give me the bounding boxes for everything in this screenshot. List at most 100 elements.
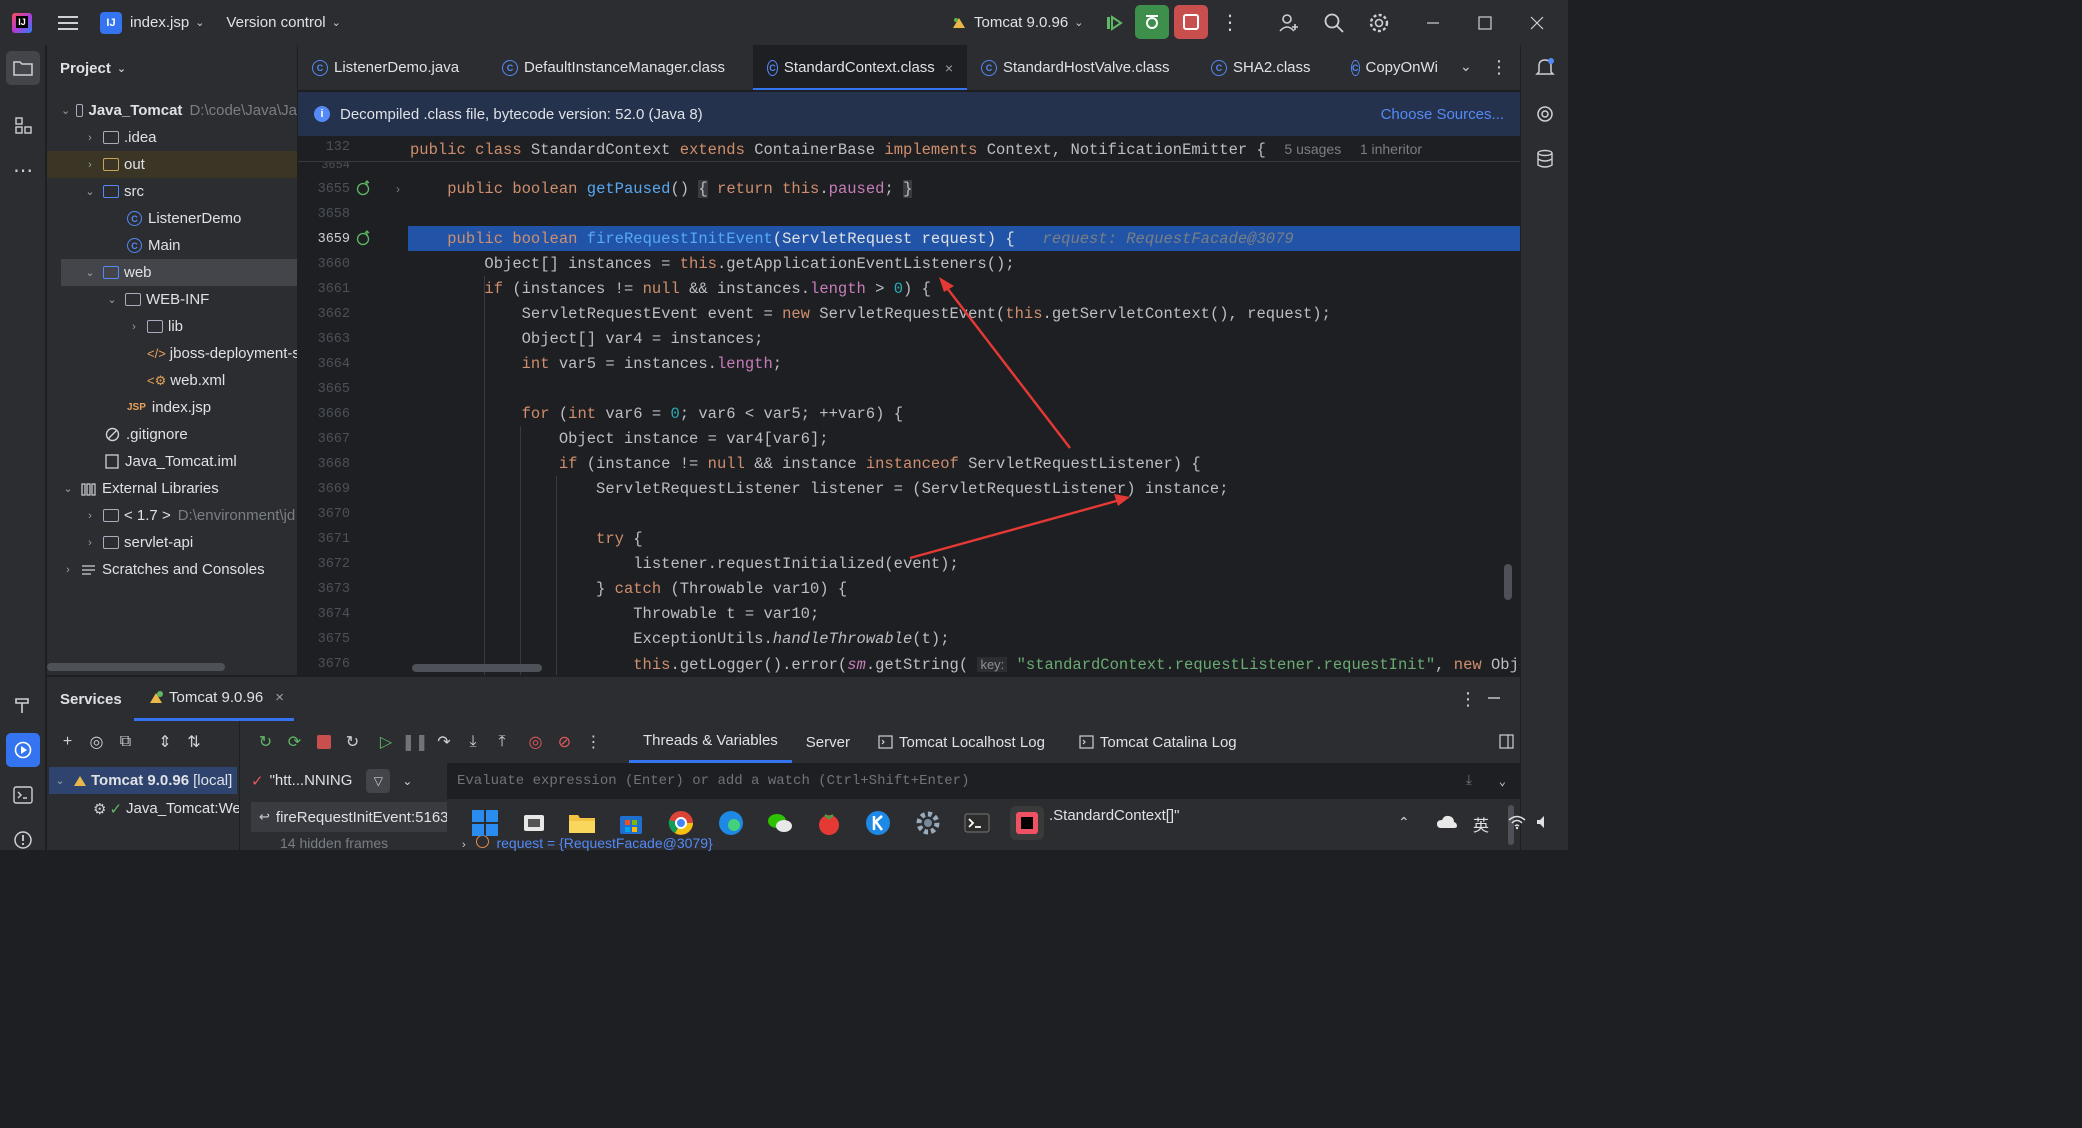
settings-app-icon[interactable] <box>911 806 945 840</box>
code-line[interactable]: ExceptionUtils.handleThrowable(t); <box>410 627 949 652</box>
resume-icon[interactable] <box>1102 11 1126 35</box>
editor-horizontal-scrollbar[interactable] <box>412 664 542 672</box>
code-line[interactable]: this.getLogger().error(sm.getString( key… <box>410 652 1520 675</box>
tab-defaultinstancemanager[interactable]: C DefaultInstanceManager.class <box>488 45 753 90</box>
line-number-gutter[interactable]: 3654 3655 3658 3659 3660 3661 3662 3663 … <box>298 136 408 675</box>
tree-item-src[interactable]: ⌄ src <box>47 178 297 205</box>
maximize-icon[interactable] <box>1478 15 1492 30</box>
file-explorer-icon[interactable] <box>565 806 599 840</box>
settings-gear-icon[interactable] <box>1368 12 1390 34</box>
add-watch-icon[interactable]: ⤓ <box>1466 773 1472 789</box>
project-horizontal-scrollbar[interactable] <box>47 663 225 671</box>
view-breakpoints-icon[interactable]: ◎ <box>525 731 547 753</box>
add-user-icon[interactable] <box>1278 12 1300 34</box>
chevron-right-icon[interactable]: › <box>61 564 75 576</box>
debug-rerun-button[interactable] <box>1135 5 1169 39</box>
chevron-right-icon[interactable]: › <box>83 510 97 522</box>
tab-copyonwrite[interactable]: C CopyOnWi <box>1337 45 1447 90</box>
code-line[interactable]: listener.requestInitialized(event); <box>410 552 959 577</box>
eye-icon[interactable]: ◎ <box>86 731 108 753</box>
ai-assistant-icon[interactable] <box>1528 97 1562 131</box>
terminal-icon[interactable] <box>6 778 40 812</box>
wifi-icon[interactable] <box>1508 814 1526 830</box>
notifications-bell-icon[interactable] <box>1528 51 1562 85</box>
thread-selector[interactable]: ✓ "htt...NNING ▽ ⌄ <box>251 767 441 794</box>
tree-item-web[interactable]: ⌄ web <box>61 259 297 286</box>
stop-button[interactable] <box>1174 5 1208 39</box>
tree-item-web-xml[interactable]: <⚙ web.xml <box>47 367 297 394</box>
build-hammer-icon[interactable] <box>6 688 40 722</box>
problems-icon[interactable] <box>6 823 40 857</box>
step-over-icon[interactable]: ↷ <box>433 731 455 753</box>
tree-item-out[interactable]: › out <box>47 151 297 178</box>
code-line[interactable]: if (instances != null && instances.lengt… <box>410 277 931 302</box>
tree-item-scratches[interactable]: › Scratches and Consoles <box>47 556 297 583</box>
expand-all-icon[interactable]: ⇕ <box>154 731 176 753</box>
collapse-all-icon[interactable]: ⇅ <box>183 731 205 753</box>
volume-icon[interactable] <box>1536 814 1552 830</box>
override-marker-icon[interactable] <box>356 230 372 246</box>
wechat-icon[interactable] <box>763 806 797 840</box>
mute-breakpoints-icon[interactable]: ⊘ <box>554 731 576 753</box>
more-tools-icon[interactable]: ⋯ <box>6 153 40 187</box>
project-selector[interactable]: IJ index.jsp ⌄ <box>100 11 204 34</box>
tree-item-web-inf[interactable]: ⌄ WEB-INF <box>47 286 297 313</box>
tab-sha2[interactable]: C SHA2.class <box>1197 45 1337 90</box>
project-tool-button[interactable] <box>6 51 40 85</box>
onedrive-icon[interactable] <box>1436 814 1458 830</box>
edge-icon[interactable] <box>714 806 748 840</box>
filter-icon[interactable]: ▽ <box>366 768 391 793</box>
rerun-debug-icon[interactable]: ⟳ <box>284 731 306 753</box>
chevron-down-icon[interactable]: ⌄ <box>61 104 70 117</box>
code-line[interactable]: public boolean getPaused() { return this… <box>410 177 913 202</box>
project-panel-header[interactable]: Project ⌄ <box>47 45 297 91</box>
code-line-highlighted[interactable]: public boolean fireRequestInitEvent(Serv… <box>410 227 1293 252</box>
intellij-app-icon[interactable] <box>1010 806 1044 840</box>
close-icon[interactable] <box>1530 16 1544 30</box>
code-line[interactable]: Object instance = var4[var6]; <box>410 427 829 452</box>
new-group-icon[interactable]: ⧉ <box>115 731 137 753</box>
tomato-app-icon[interactable] <box>812 806 846 840</box>
chevron-down-icon[interactable]: ⌄ <box>61 482 75 495</box>
tree-item-lib[interactable]: › lib <box>47 313 297 340</box>
frame-item[interactable]: ↩ fireRequestInitEvent:5163 <box>251 802 447 832</box>
usages-hint[interactable]: 5 usages <box>1284 141 1341 157</box>
chevron-right-icon[interactable]: › <box>83 132 97 144</box>
override-marker-icon[interactable] <box>356 180 372 196</box>
chevron-down-icon[interactable]: ⌄ <box>53 774 67 787</box>
stop-icon[interactable] <box>313 731 335 753</box>
tree-item-root[interactable]: ⌄ Java_Tomcat D:\code\Java\Ja <box>47 97 297 124</box>
vcs-selector[interactable]: Version control ⌄ <box>226 14 340 31</box>
editor-vertical-scrollbar[interactable] <box>1504 564 1512 600</box>
input-language-indicator[interactable]: 英 <box>1473 812 1489 836</box>
inheritor-hint[interactable]: 1 inheritor <box>1360 141 1422 157</box>
tab-standardhostvalve[interactable]: C StandardHostValve.class <box>967 45 1197 90</box>
more-vertical-icon[interactable]: ⋮ <box>1490 57 1508 78</box>
code-line[interactable]: ServletRequestEvent event = new ServletR… <box>410 302 1331 327</box>
k-app-icon[interactable] <box>861 806 895 840</box>
restart-icon[interactable]: ↻ <box>342 731 364 753</box>
tree-item-jboss-deployment[interactable]: </> jboss-deployment-s <box>47 340 297 367</box>
chevron-right-icon[interactable]: › <box>83 159 97 171</box>
minimize-icon[interactable] <box>1426 16 1440 30</box>
structure-tool-button[interactable] <box>6 108 40 142</box>
chevron-right-icon[interactable]: › <box>127 321 141 333</box>
close-tab-icon[interactable]: × <box>945 60 953 76</box>
minimize-panel-icon[interactable] <box>1487 691 1501 705</box>
chevron-down-icon[interactable]: ⌄ <box>402 774 412 788</box>
tab-tomcat-services[interactable]: Tomcat 9.0.96 × <box>134 677 294 721</box>
tree-item-listenerdemo[interactable]: C ListenerDemo <box>47 205 297 232</box>
step-into-icon[interactable]: ⤓ <box>462 731 484 753</box>
chevron-down-icon[interactable]: ⌄ <box>105 293 119 306</box>
tree-item-index-jsp[interactable]: JSP index.jsp <box>47 394 297 421</box>
tab-catalina-log[interactable]: Tomcat Catalina Log <box>1065 721 1251 763</box>
task-view-icon[interactable] <box>517 806 551 840</box>
close-tab-icon[interactable]: × <box>275 689 284 706</box>
tree-item-main[interactable]: C Main <box>47 232 297 259</box>
tab-standardcontext[interactable]: C StandardContext.class × <box>753 45 967 90</box>
more-vertical-icon[interactable]: ⋮ <box>583 731 605 753</box>
pause-icon[interactable]: ❚❚ <box>402 731 429 753</box>
code-line[interactable]: Object[] var4 = instances; <box>410 327 764 352</box>
code-line[interactable]: ServletRequestListener listener = (Servl… <box>410 477 1229 502</box>
windows-start-icon[interactable] <box>468 806 502 840</box>
